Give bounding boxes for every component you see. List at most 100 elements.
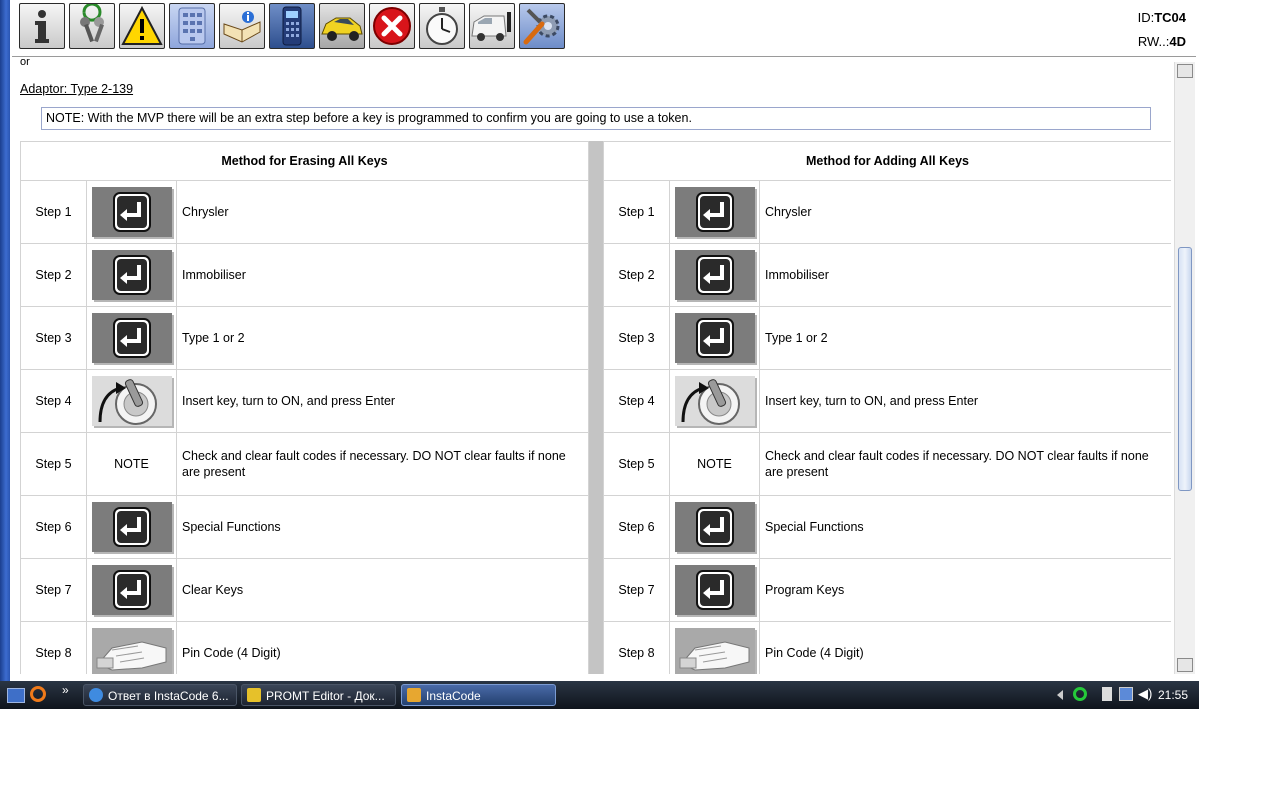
step-label: Step 3 — [603, 306, 670, 370]
network-tray-icon[interactable] — [1119, 687, 1133, 701]
settings-tools-icon — [523, 8, 560, 45]
step-description: Pin Code (4 Digit) — [759, 621, 1171, 674]
enter-key-icon — [91, 502, 172, 552]
step-description: Insert key, turn to ON, and press Enter — [759, 369, 1171, 433]
warning-icon — [121, 5, 163, 45]
table-row: Step 1 Chrysler — [603, 180, 1171, 244]
enter-key-icon — [91, 565, 172, 615]
scroll-up-button[interactable] — [1177, 64, 1193, 78]
network-status-icon[interactable] — [1073, 687, 1087, 701]
warning-button[interactable] — [119, 3, 165, 49]
tray-expand-icon[interactable] — [1057, 690, 1063, 700]
programmer-button[interactable] — [269, 3, 315, 49]
table-row: Step 4 Insert key, turn to ON, and press … — [20, 369, 589, 433]
rw-line: RW..:4D — [1106, 30, 1186, 54]
taskbar-button[interactable]: PROMT Editor - Док... — [241, 684, 396, 706]
step-note-label: NOTE — [669, 432, 760, 496]
step-description: Special Functions — [759, 495, 1171, 559]
step-label: Step 2 — [603, 243, 670, 307]
table-row: Step 1 Chrysler — [20, 180, 589, 244]
step-description: Chrysler — [759, 180, 1171, 244]
enter-key-icon — [674, 187, 755, 237]
volume-icon[interactable]: ◀) — [1138, 686, 1152, 702]
content-pane: or Adaptor: Type 2-139 NOTE: With the MV… — [12, 58, 1171, 674]
clock[interactable]: 21:55 — [1158, 681, 1188, 709]
erase-table-title: Method for Erasing All Keys — [20, 141, 589, 181]
info-button[interactable] — [19, 3, 65, 49]
scroll-down-button[interactable] — [1177, 658, 1193, 672]
van-button[interactable] — [469, 3, 515, 49]
step-description: Special Functions — [176, 495, 589, 559]
enter-key-icon — [91, 313, 172, 363]
step-icon-cell — [86, 306, 177, 370]
table-row: Step 4 Insert key, turn to ON, and press … — [603, 369, 1171, 433]
enter-key-icon — [674, 565, 755, 615]
add-keys-table: Method for Adding All Keys Step 1 Chrysle… — [603, 141, 1171, 674]
ignition-key-icon — [674, 376, 755, 426]
step-description: Immobiliser — [176, 243, 589, 307]
step-icon-cell — [86, 621, 177, 674]
settings-button[interactable] — [519, 3, 565, 49]
step-icon-cell — [669, 495, 760, 559]
manual-button[interactable] — [219, 3, 265, 49]
table-row: Step 7 Clear Keys — [20, 558, 589, 622]
step-description: Program Keys — [759, 558, 1171, 622]
close-icon — [373, 7, 411, 45]
table-row: Step 8 Pin Code (4 Digit) — [603, 621, 1171, 674]
show-desktop-icon[interactable] — [7, 688, 25, 703]
step-description: Check and clear fault codes if necessary… — [759, 432, 1171, 496]
keypad-button[interactable] — [169, 3, 215, 49]
table-divider — [589, 141, 603, 674]
step-icon-cell — [669, 180, 760, 244]
adaptor-link[interactable]: Adaptor: Type 2-139 — [20, 82, 133, 96]
timer-button[interactable] — [419, 3, 465, 49]
window-left-edge — [0, 0, 10, 681]
step-description: Chrysler — [176, 180, 589, 244]
taskbar: » Ответ в InstaCode 6... PROMT Editor - Д… — [0, 681, 1199, 709]
enter-key-icon — [674, 250, 755, 300]
step-description: Check and clear fault codes if necessary… — [176, 432, 589, 496]
vehicle-button[interactable] — [319, 3, 365, 49]
step-description: Clear Keys — [176, 558, 589, 622]
info-icon — [35, 10, 49, 43]
step-label: Step 6 — [20, 495, 87, 559]
book-icon — [223, 11, 261, 43]
step-icon-cell — [669, 621, 760, 674]
step-note-label: NOTE — [86, 432, 177, 496]
step-icon-cell — [86, 495, 177, 559]
keypad-icon — [178, 7, 206, 45]
exit-button[interactable] — [369, 3, 415, 49]
quicklaunch-more-icon[interactable]: » — [62, 683, 69, 697]
step-label: Step 4 — [603, 369, 670, 433]
id-label: ID: — [1137, 10, 1155, 25]
scroll-thumb[interactable] — [1178, 247, 1192, 491]
table-row: Step 2 Immobiliser — [20, 243, 589, 307]
step-label: Step 5 — [20, 432, 87, 496]
step-label: Step 5 — [603, 432, 670, 496]
step-label: Step 4 — [20, 369, 87, 433]
keys-button[interactable] — [69, 3, 115, 49]
mail-agent-icon[interactable] — [30, 686, 46, 702]
table-row: Step 6 Special Functions — [20, 495, 589, 559]
step-description: Insert key, turn to ON, and press Enter — [176, 369, 589, 433]
keys-icon — [80, 4, 104, 43]
id-info: ID:TC04 RW..:4D — [1106, 6, 1186, 54]
promt-icon — [247, 688, 261, 702]
toolbar: ID:TC04 RW..:4D — [12, 0, 1196, 57]
keypad-hand-icon — [674, 628, 755, 674]
enter-key-icon — [674, 502, 755, 552]
step-icon-cell — [669, 369, 760, 433]
step-icon-cell — [86, 243, 177, 307]
vertical-scrollbar[interactable] — [1174, 62, 1195, 674]
step-label: Step 3 — [20, 306, 87, 370]
device-tray-icon[interactable] — [1102, 687, 1112, 701]
ie-icon — [89, 688, 103, 702]
step-label: Step 7 — [20, 558, 87, 622]
table-row: Step 3 Type 1 or 2 — [603, 306, 1171, 370]
taskbar-button-label: InstaCode — [426, 689, 481, 703]
step-label: Step 1 — [20, 180, 87, 244]
erase-keys-table: Method for Erasing All Keys Step 1 Chrysl… — [20, 141, 589, 674]
van-icon — [471, 12, 511, 41]
taskbar-button[interactable]: InstaCode — [401, 684, 556, 706]
taskbar-button[interactable]: Ответ в InstaCode 6... — [83, 684, 237, 706]
